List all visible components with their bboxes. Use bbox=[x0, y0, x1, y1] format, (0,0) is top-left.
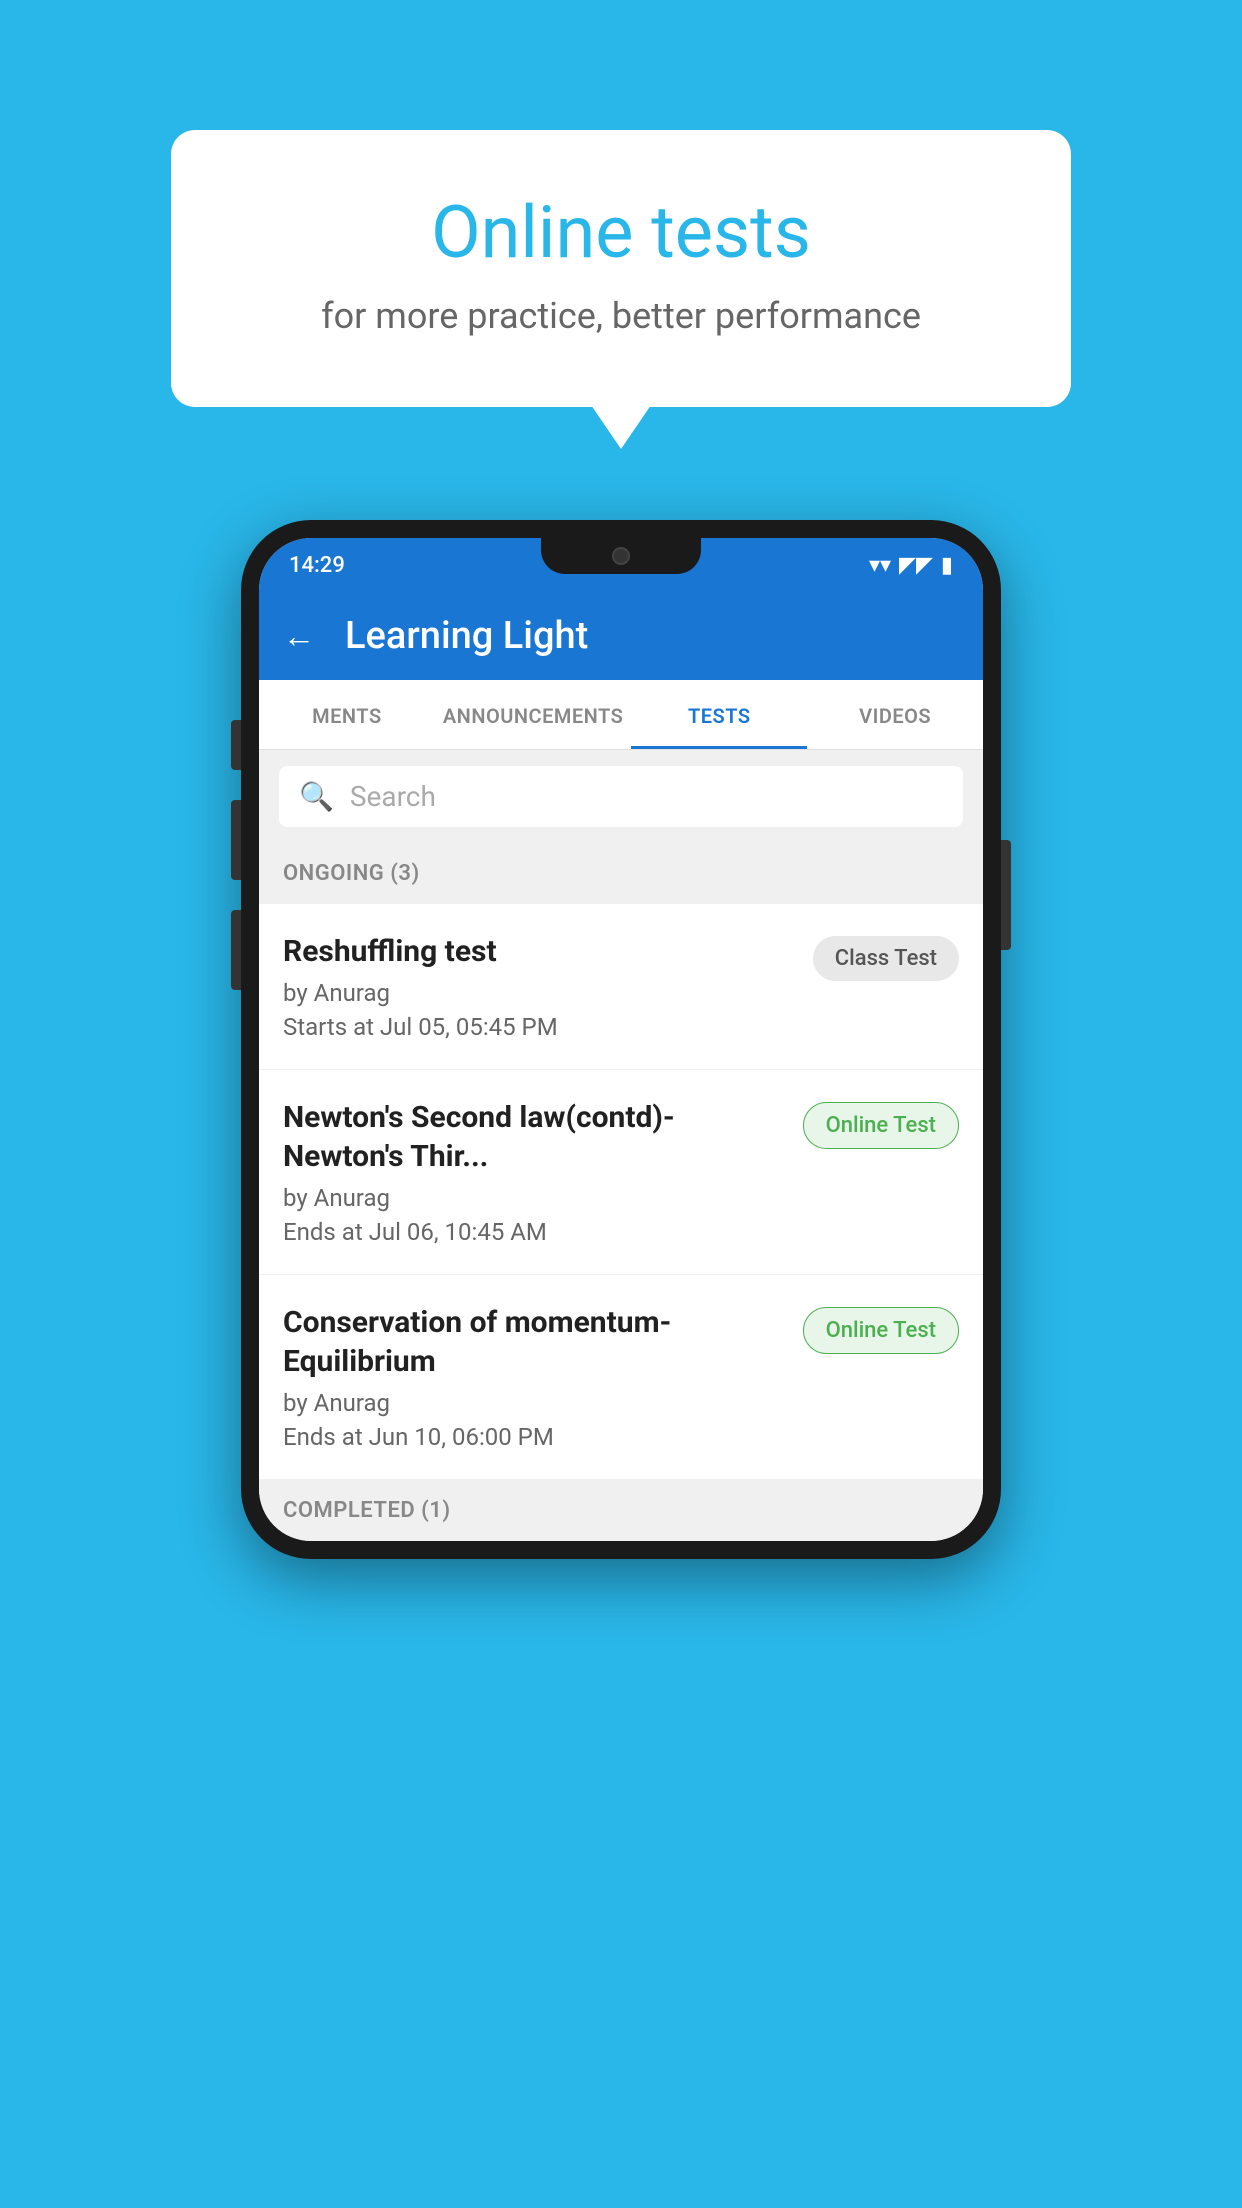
test-badge-online: Online Test bbox=[803, 1102, 959, 1149]
status-time: 14:29 bbox=[289, 553, 345, 578]
test-item[interactable]: Conservation of momentum-Equilibrium by … bbox=[259, 1275, 983, 1480]
bubble-title: Online tests bbox=[251, 190, 991, 275]
test-date: Ends at Jul 06, 10:45 AM bbox=[283, 1218, 787, 1246]
phone-button-volume-up bbox=[231, 800, 241, 880]
bubble-subtitle: for more practice, better performance bbox=[251, 295, 991, 337]
tabs-bar: MENTS ANNOUNCEMENTS TESTS VIDEOS bbox=[259, 680, 983, 750]
test-date: Ends at Jun 10, 06:00 PM bbox=[283, 1423, 787, 1451]
test-item[interactable]: Reshuffling test by Anurag Starts at Jul… bbox=[259, 904, 983, 1070]
tab-ments[interactable]: MENTS bbox=[259, 680, 435, 749]
test-name: Conservation of momentum-Equilibrium bbox=[283, 1303, 787, 1381]
test-name: Newton's Second law(contd)-Newton's Thir… bbox=[283, 1098, 787, 1176]
test-author: by Anurag bbox=[283, 979, 797, 1007]
test-badge-class: Class Test bbox=[813, 936, 959, 981]
phone-button-power bbox=[1001, 840, 1011, 950]
phone-button-volume-indicator bbox=[231, 720, 241, 770]
speech-bubble-wrapper: Online tests for more practice, better p… bbox=[171, 130, 1071, 407]
search-icon: 🔍 bbox=[299, 780, 334, 813]
test-item[interactable]: Newton's Second law(contd)-Newton's Thir… bbox=[259, 1070, 983, 1275]
test-info: Newton's Second law(contd)-Newton's Thir… bbox=[283, 1098, 787, 1246]
test-info: Conservation of momentum-Equilibrium by … bbox=[283, 1303, 787, 1451]
phone-screen: 14:29 ▾▾ ◤◤ ▮ ← Learning Light MENTS ANN… bbox=[259, 538, 983, 1541]
test-name: Reshuffling test bbox=[283, 932, 797, 971]
phone-wrapper: 14:29 ▾▾ ◤◤ ▮ ← Learning Light MENTS ANN… bbox=[241, 520, 1001, 1559]
phone-frame: 14:29 ▾▾ ◤◤ ▮ ← Learning Light MENTS ANN… bbox=[241, 520, 1001, 1559]
tab-videos[interactable]: VIDEOS bbox=[807, 680, 983, 749]
phone-notch bbox=[541, 538, 701, 574]
ongoing-section-header: ONGOING (3) bbox=[259, 843, 983, 904]
search-box[interactable]: 🔍 Search bbox=[279, 766, 963, 827]
phone-button-volume-down bbox=[231, 910, 241, 990]
test-info: Reshuffling test by Anurag Starts at Jul… bbox=[283, 932, 797, 1041]
completed-section-header: COMPLETED (1) bbox=[259, 1480, 983, 1541]
test-author: by Anurag bbox=[283, 1184, 787, 1212]
status-icons: ▾▾ ◤◤ ▮ bbox=[869, 553, 953, 578]
search-input[interactable]: Search bbox=[350, 780, 436, 813]
battery-icon: ▮ bbox=[941, 553, 953, 578]
app-title: Learning Light bbox=[345, 614, 588, 658]
tests-list: Reshuffling test by Anurag Starts at Jul… bbox=[259, 904, 983, 1480]
front-camera bbox=[612, 547, 630, 565]
test-badge-online-2: Online Test bbox=[803, 1307, 959, 1354]
tab-announcements[interactable]: ANNOUNCEMENTS bbox=[435, 680, 632, 749]
test-author: by Anurag bbox=[283, 1389, 787, 1417]
tab-tests[interactable]: TESTS bbox=[631, 680, 807, 749]
test-date: Starts at Jul 05, 05:45 PM bbox=[283, 1013, 797, 1041]
signal-icon: ◤◤ bbox=[899, 553, 933, 578]
speech-bubble: Online tests for more practice, better p… bbox=[171, 130, 1071, 407]
search-container: 🔍 Search bbox=[259, 750, 983, 843]
wifi-icon: ▾▾ bbox=[869, 553, 891, 578]
back-button[interactable]: ← bbox=[283, 617, 315, 655]
app-bar: ← Learning Light bbox=[259, 592, 983, 680]
